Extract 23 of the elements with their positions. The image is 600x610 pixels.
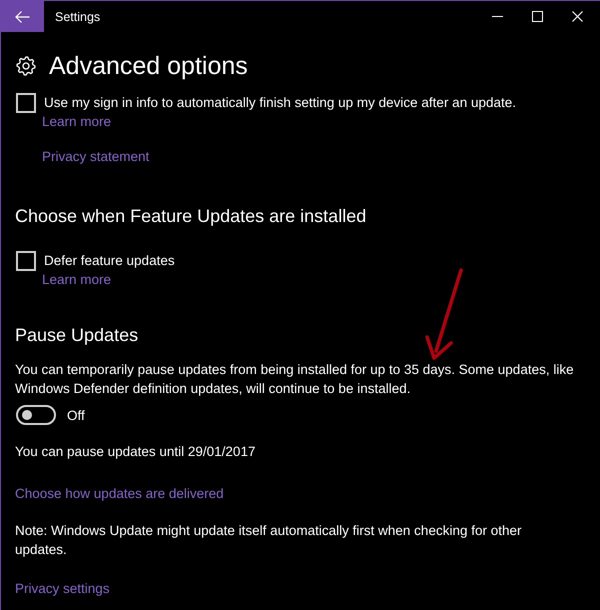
- close-icon: [572, 11, 582, 22]
- description-text: You can temporarily pause updates from being installed for up to 35 days. Some updates, like Windows Defender definition updates, will continue to be installed.: [15, 361, 575, 398]
- toggle-switch[interactable]: [16, 405, 56, 425]
- pause-until-text: You can pause updates until 29/01/2017: [15, 443, 256, 461]
- note-text: Note: Windows Update might update itself automatically first when checking for other updates.: [15, 522, 522, 559]
- checkbox-label: Use my sign in info to automatically finish setting up my device after an update.: [44, 94, 516, 112]
- window-title: Settings: [55, 10, 100, 24]
- learn-more-link[interactable]: Learn more: [42, 112, 112, 131]
- maximize-icon: [532, 11, 542, 22]
- checkbox[interactable]: [16, 250, 36, 270]
- privacy-settings-link[interactable]: Privacy settings: [15, 579, 110, 598]
- learn-more-link[interactable]: Learn more: [42, 270, 112, 289]
- toggle-state-label: Off: [67, 406, 85, 424]
- section-heading: Choose when Feature Updates are installed: [15, 205, 366, 228]
- section-heading: Pause Updates: [15, 324, 138, 347]
- page-title: Advanced options: [49, 51, 248, 82]
- back-arrow-icon: [15, 10, 30, 22]
- minimize-icon: [492, 16, 502, 17]
- privacy-statement-link[interactable]: Privacy statement: [42, 147, 150, 166]
- delivery-options-link[interactable]: Choose how updates are delivered: [15, 484, 224, 503]
- settings-icon: [16, 56, 36, 76]
- checkbox-label: Defer feature updates: [44, 252, 175, 270]
- checkbox[interactable]: [16, 92, 36, 112]
